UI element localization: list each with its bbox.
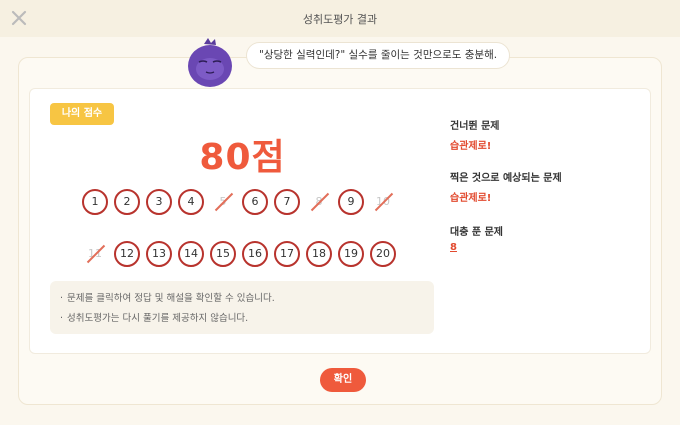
- guessed-title: 찍은 것으로 예상되는 문제: [450, 173, 562, 184]
- page-title: 성취도평가 결과: [302, 13, 378, 26]
- question-circle[interactable]: 2: [114, 189, 140, 215]
- note-text: 성취도평가는 다시 풀기를 제공하지 않습니다.: [67, 313, 249, 324]
- question-circle[interactable]: 14: [178, 241, 204, 267]
- skipped-value: 습관제로!: [450, 141, 492, 152]
- note-item: · 성취도평가는 다시 풀기를 제공하지 않습니다.: [60, 313, 249, 324]
- purple-mascot-icon: [188, 38, 232, 87]
- question-number: 17: [280, 247, 294, 260]
- guessed-value: 습관제로!: [450, 193, 492, 204]
- question-circle[interactable]: 18: [306, 241, 332, 267]
- info-notes: · 문제를 클릭하여 정답 및 해설을 확인할 수 있습니다. · 성취도평가는 다…: [50, 281, 434, 334]
- top-bar: 성취도평가 결과: [0, 0, 680, 37]
- speech-bubble: "상당한 실력인데?" 실수를 줄이는 것만으로도 충분해.: [246, 42, 511, 69]
- question-circle[interactable]: 8: [306, 189, 332, 215]
- question-circle[interactable]: 12: [114, 241, 140, 267]
- rushed-question-link[interactable]: 8: [450, 242, 457, 253]
- question-number: 2: [123, 195, 131, 208]
- question-number: 14: [184, 247, 198, 260]
- question-number: 1: [91, 195, 99, 208]
- note-text: 문제를 클릭하여 정답 및 해설을 확인할 수 있습니다.: [67, 293, 275, 304]
- question-circle[interactable]: 4: [178, 189, 204, 215]
- question-number: 15: [216, 247, 230, 260]
- question-number: 18: [312, 247, 326, 260]
- question-circle[interactable]: 13: [146, 241, 172, 267]
- question-circle[interactable]: 7: [274, 189, 300, 215]
- question-number: 19: [344, 247, 358, 260]
- question-circle[interactable]: 3: [146, 189, 172, 215]
- skipped-title: 건너뛴 문제: [450, 121, 500, 132]
- question-circle[interactable]: 20: [370, 241, 396, 267]
- question-number: 7: [283, 195, 291, 208]
- question-circle[interactable]: 6: [242, 189, 268, 215]
- question-circle[interactable]: 1: [82, 189, 108, 215]
- note-item: · 문제를 클릭하여 정답 및 해설을 확인할 수 있습니다.: [60, 293, 275, 304]
- question-circle[interactable]: 15: [210, 241, 236, 267]
- question-number: 13: [152, 247, 166, 260]
- question-circle[interactable]: 19: [338, 241, 364, 267]
- rushed-title: 대충 푼 문제: [450, 227, 503, 238]
- question-number: 9: [347, 195, 355, 208]
- question-number: 6: [251, 195, 259, 208]
- question-circle[interactable]: 5: [210, 189, 236, 215]
- confirm-button[interactable]: 확인: [320, 368, 366, 392]
- question-circle[interactable]: 10: [370, 189, 396, 215]
- score-value: 80점: [199, 137, 286, 178]
- question-circle[interactable]: 17: [274, 241, 300, 267]
- question-number: 16: [248, 247, 262, 260]
- question-number: 4: [187, 195, 195, 208]
- score-badge: 나의 점수: [50, 103, 114, 125]
- question-circle[interactable]: 16: [242, 241, 268, 267]
- question-circle[interactable]: 9: [338, 189, 364, 215]
- question-circle[interactable]: 11: [82, 241, 108, 267]
- question-number: 20: [376, 247, 390, 260]
- question-number: 12: [120, 247, 134, 260]
- question-number: 3: [155, 195, 163, 208]
